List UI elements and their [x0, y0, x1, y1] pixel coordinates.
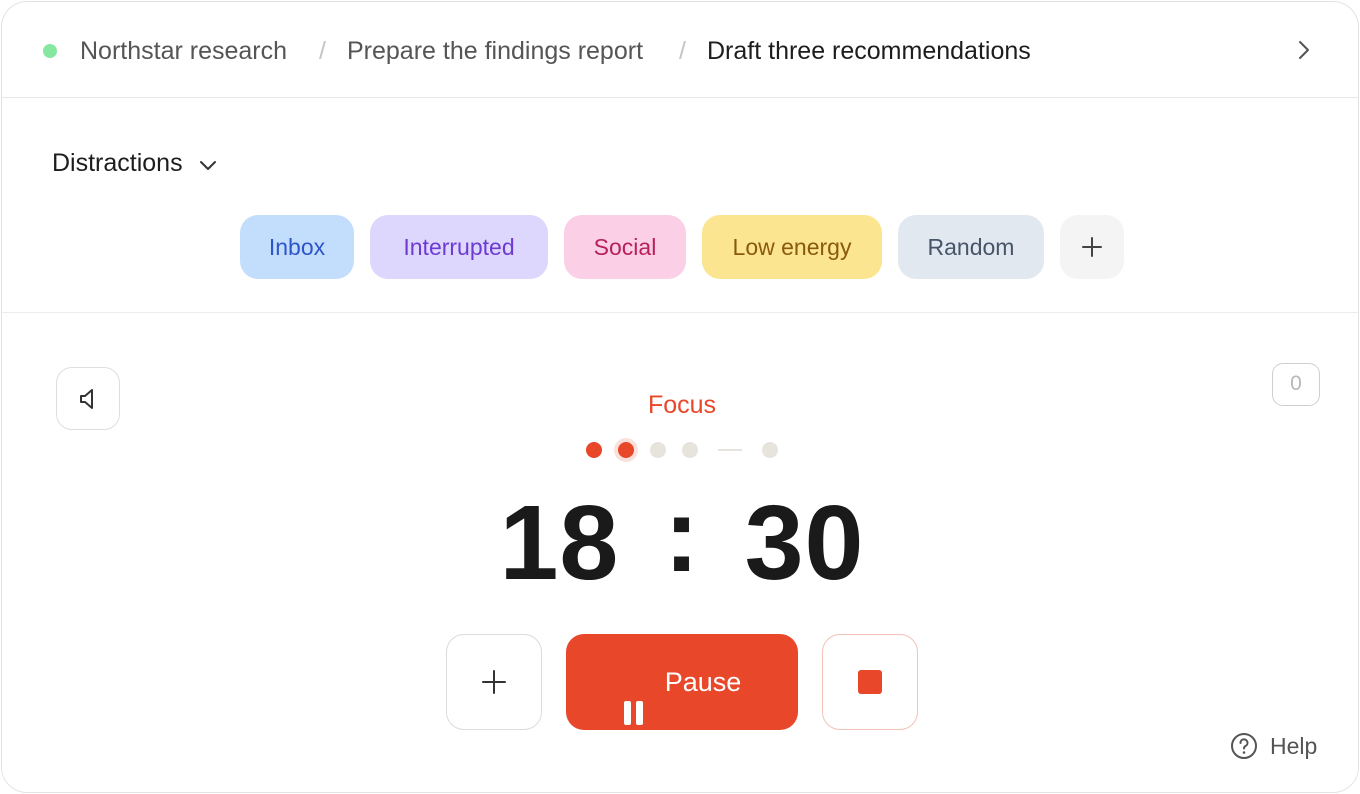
speaker-icon	[75, 386, 101, 412]
status-dot	[43, 44, 57, 58]
timer-colon: :	[663, 476, 701, 594]
stop-icon	[858, 670, 882, 694]
help-label: Help	[1270, 733, 1318, 759]
distraction-tag-interrupted[interactable]: Interrupted	[370, 215, 548, 279]
distraction-tag-random[interactable]: Random	[898, 215, 1044, 279]
distractions-toggle[interactable]: Distractions	[52, 146, 219, 180]
breadcrumb-task[interactable]: Prepare the findings report	[347, 35, 643, 67]
timer-display: 18 : 30	[482, 480, 882, 598]
stop-button[interactable]	[822, 634, 918, 730]
distraction-count-badge: 0	[1272, 363, 1320, 406]
timer-window: Northstar research / Prepare the finding…	[1, 1, 1359, 793]
session-dot	[650, 442, 666, 458]
session-dot	[618, 442, 634, 458]
pause-icon	[623, 669, 645, 725]
sound-toggle-button[interactable]	[56, 367, 120, 430]
plus-icon	[481, 669, 507, 695]
pause-label: Pause	[664, 667, 742, 697]
chevron-right-icon[interactable]	[1292, 38, 1316, 62]
long-break-divider	[718, 449, 742, 451]
session-dot	[762, 442, 778, 458]
pause-button[interactable]: Pause	[566, 634, 798, 730]
breadcrumb-separator: /	[679, 37, 686, 65]
timer-mode-label: Focus	[647, 391, 717, 419]
breadcrumb-project[interactable]: Northstar research	[80, 35, 287, 67]
help-link[interactable]: Help	[1230, 730, 1317, 762]
chevron-down-icon	[197, 154, 219, 176]
add-distraction-button[interactable]	[1060, 215, 1124, 279]
breadcrumb: Northstar research / Prepare the finding…	[2, 2, 1358, 98]
distractions-panel: Distractions Inbox Interrupted Social Lo…	[2, 98, 1358, 313]
session-dot	[586, 442, 602, 458]
breadcrumb-subtask: Draft three recommendations	[707, 37, 1031, 65]
plus-icon	[1081, 236, 1103, 258]
breadcrumb-separator: /	[319, 37, 326, 65]
timer-seconds: 30	[744, 484, 865, 602]
add-time-button[interactable]	[446, 634, 542, 730]
question-circle-icon	[1230, 732, 1258, 760]
distraction-tag-social[interactable]: Social	[564, 215, 686, 279]
session-progress	[2, 440, 1358, 460]
distraction-tag-low-energy[interactable]: Low energy	[702, 215, 882, 279]
distraction-tag-inbox[interactable]: Inbox	[240, 215, 354, 279]
session-dot	[682, 442, 698, 458]
distractions-title: Distractions	[52, 149, 183, 177]
timer-minutes: 18	[499, 484, 620, 602]
